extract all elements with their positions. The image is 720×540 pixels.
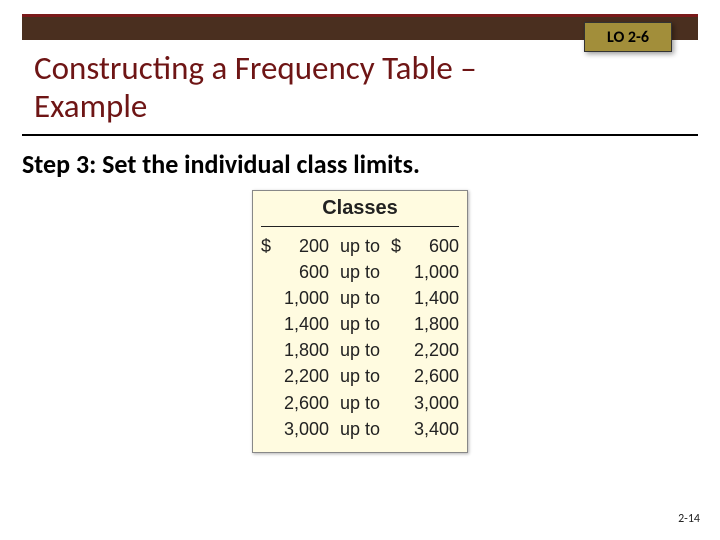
class-high: 3,400 bbox=[405, 416, 459, 442]
class-high: 1,400 bbox=[405, 285, 459, 311]
page-number: 2-14 bbox=[678, 512, 700, 526]
class-row: 3,000up to 3,400 bbox=[261, 416, 459, 442]
class-row: 600up to 1,000 bbox=[261, 259, 459, 285]
class-low: 2,200 bbox=[275, 363, 329, 389]
class-low: 200 bbox=[275, 233, 329, 259]
upto-text: up to bbox=[329, 390, 391, 416]
upto-text: up to bbox=[329, 259, 391, 285]
class-low: 1,400 bbox=[275, 311, 329, 337]
class-row: 2,600up to 3,000 bbox=[261, 390, 459, 416]
currency-symbol: $ bbox=[391, 233, 405, 259]
upto-text: up to bbox=[329, 311, 391, 337]
class-row: 1,400up to 1,800 bbox=[261, 311, 459, 337]
page-title: Constructing a Frequency Table – Example bbox=[34, 50, 560, 126]
classes-inner: Classes $200up to$600600up to1,0001,000u… bbox=[253, 191, 467, 452]
classes-divider bbox=[261, 226, 459, 227]
classes-table: Classes $200up to$600600up to1,0001,000u… bbox=[252, 190, 468, 453]
class-high: 3,000 bbox=[405, 390, 459, 416]
title-underline bbox=[22, 134, 698, 136]
class-high: 600 bbox=[405, 233, 459, 259]
classes-rows: $200up to$600600up to1,0001,000up to1,40… bbox=[261, 233, 459, 442]
lo-badge: LO 2-6 bbox=[584, 22, 672, 52]
class-low: 600 bbox=[275, 259, 329, 285]
upto-text: up to bbox=[329, 363, 391, 389]
class-row: 2,200up to 2,600 bbox=[261, 363, 459, 389]
step-text: Step 3: Set the individual class limits. bbox=[22, 148, 420, 180]
upto-text: up to bbox=[329, 337, 391, 363]
class-low: 2,600 bbox=[275, 390, 329, 416]
class-high: 1,800 bbox=[405, 311, 459, 337]
slide: LO 2-6 Constructing a Frequency Table – … bbox=[0, 0, 720, 540]
class-row: 1,000up to 1,400 bbox=[261, 285, 459, 311]
lo-badge-text: LO 2-6 bbox=[607, 28, 649, 47]
class-high: 2,200 bbox=[405, 337, 459, 363]
class-low: 1,000 bbox=[275, 285, 329, 311]
class-high: 1,000 bbox=[405, 259, 459, 285]
class-row: $200up to$600 bbox=[261, 233, 459, 259]
class-low: 3,000 bbox=[275, 416, 329, 442]
classes-header: Classes bbox=[261, 197, 459, 224]
class-row: 1,800up to 2,200 bbox=[261, 337, 459, 363]
upto-text: up to bbox=[329, 233, 391, 259]
class-low: 1,800 bbox=[275, 337, 329, 363]
upto-text: up to bbox=[329, 416, 391, 442]
currency-symbol: $ bbox=[261, 233, 275, 259]
class-high: 2,600 bbox=[405, 363, 459, 389]
upto-text: up to bbox=[329, 285, 391, 311]
